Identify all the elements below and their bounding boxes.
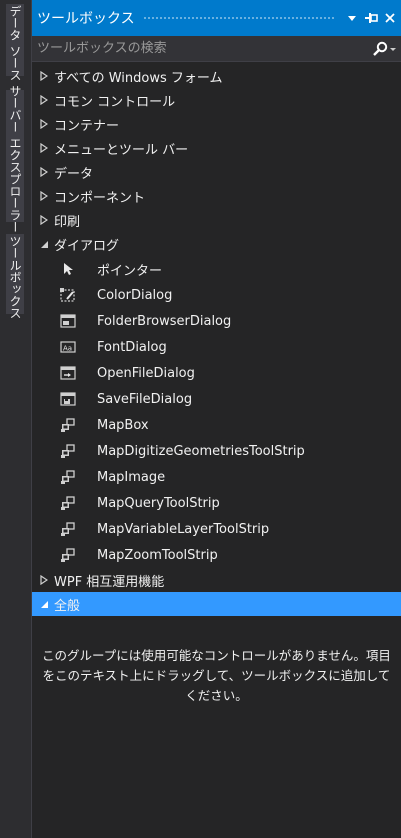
- window-position-dropdown-button[interactable]: [344, 9, 360, 27]
- tool-item-label: ColorDialog: [97, 287, 173, 303]
- title-grip: [142, 15, 336, 21]
- component-icon: [58, 520, 78, 538]
- tool-item-map-zoom-toolstrip[interactable]: MapZoomToolStrip: [32, 542, 401, 568]
- component-icon: [58, 442, 78, 460]
- category-common-controls[interactable]: コモン コントロール: [32, 88, 401, 112]
- tool-item-label: ポインター: [97, 263, 163, 279]
- tool-item-label: FolderBrowserDialog: [97, 313, 232, 329]
- category-label: データ: [54, 166, 94, 182]
- pointer-icon: [58, 260, 78, 278]
- visual-studio-toolbox-window: データ ソース サーバー エクスプローラー ツールボックス ツールボックス ツー…: [0, 0, 401, 838]
- svg-text:Aa: Aa: [63, 345, 72, 353]
- search-options-button[interactable]: [367, 36, 401, 62]
- tool-item-save-file-dialog[interactable]: SaveFileDialog: [32, 386, 401, 412]
- tool-item-map-variable-layer-toolstrip[interactable]: MapVariableLayerToolStrip: [32, 516, 401, 542]
- empty-group-message: このグループには使用可能なコントロールがありません。項目をこのテキスト上にドラッ…: [42, 648, 391, 703]
- tool-item-map-image[interactable]: MapImage: [32, 464, 401, 490]
- auto-hide-pin-button[interactable]: [363, 9, 379, 27]
- category-data[interactable]: データ: [32, 160, 401, 184]
- component-icon: [58, 546, 78, 564]
- component-icon: [58, 494, 78, 512]
- tool-item-font-dialog[interactable]: Aa FontDialog: [32, 334, 401, 360]
- search-icon: [373, 41, 396, 56]
- open-file-dialog-icon: [58, 364, 78, 382]
- pin-icon: [365, 13, 378, 23]
- category-general[interactable]: 全般: [32, 592, 401, 616]
- tool-item-label: MapBox: [97, 417, 149, 433]
- toolbox-panel: ツールボックス ツールボックスの検索 すべての Windows フォーム コモン…: [31, 0, 401, 838]
- tool-item-label: MapQueryToolStrip: [97, 495, 220, 511]
- category-dialogs[interactable]: ダイアログ: [32, 232, 401, 256]
- tool-item-map-query-toolstrip[interactable]: MapQueryToolStrip: [32, 490, 401, 516]
- folder-browser-dialog-icon: [58, 312, 78, 330]
- category-wpf-interop[interactable]: WPF 相互運用機能: [32, 568, 401, 592]
- expand-arrow-icon: [40, 95, 54, 105]
- toolbox-title: ツールボックス: [37, 11, 135, 27]
- tool-item-mapbox[interactable]: MapBox: [32, 412, 401, 438]
- close-button[interactable]: [382, 9, 398, 27]
- tool-item-label: SaveFileDialog: [97, 391, 193, 407]
- collapse-arrow-icon: [40, 240, 54, 249]
- category-label: コモン コントロール: [54, 94, 176, 110]
- category-label: メニューとツール バー: [54, 142, 189, 158]
- tool-item-pointer[interactable]: ポインター: [32, 256, 401, 282]
- category-label: WPF 相互運用機能: [54, 574, 165, 590]
- font-dialog-icon: Aa: [58, 338, 78, 356]
- expand-arrow-icon: [40, 167, 54, 177]
- side-tab-strip: データ ソース サーバー エクスプローラー ツールボックス: [0, 0, 31, 838]
- category-containers[interactable]: コンテナー: [32, 112, 401, 136]
- color-dialog-icon: [58, 286, 78, 304]
- tool-item-label: MapDigitizeGeometriesToolStrip: [97, 443, 305, 459]
- tool-item-label: OpenFileDialog: [97, 365, 195, 381]
- component-icon: [58, 416, 78, 434]
- toolbox-search-bar: [32, 36, 401, 62]
- category-label: コンポーネント: [54, 190, 146, 206]
- toolbox-search-input[interactable]: [37, 37, 367, 60]
- expand-arrow-icon: [40, 143, 54, 153]
- tool-item-color-dialog[interactable]: ColorDialog: [32, 282, 401, 308]
- category-label: ダイアログ: [54, 238, 120, 254]
- category-menus-and-toolbars[interactable]: メニューとツール バー: [32, 136, 401, 160]
- category-label: コンテナー: [54, 118, 120, 134]
- expand-arrow-icon: [40, 119, 54, 129]
- tool-item-label: MapZoomToolStrip: [97, 547, 218, 563]
- tool-item-map-digitize-geometries-toolstrip[interactable]: MapDigitizeGeometriesToolStrip: [32, 438, 401, 464]
- expand-arrow-icon: [40, 71, 54, 81]
- side-tab-toolbox[interactable]: ツールボックス: [6, 234, 24, 319]
- tool-item-label: FontDialog: [97, 339, 167, 355]
- tool-item-folder-browser-dialog[interactable]: FolderBrowserDialog: [32, 308, 401, 334]
- tool-item-open-file-dialog[interactable]: OpenFileDialog: [32, 360, 401, 386]
- side-tab-server-explorer[interactable]: サーバー エクスプローラー: [6, 85, 24, 233]
- expand-arrow-icon: [40, 215, 54, 225]
- save-file-dialog-icon: [58, 390, 78, 408]
- category-components[interactable]: コンポーネント: [32, 184, 401, 208]
- expand-arrow-icon: [40, 575, 54, 585]
- tool-item-label: MapImage: [97, 469, 166, 485]
- chevron-down-icon: [348, 16, 356, 21]
- tool-item-label: MapVariableLayerToolStrip: [97, 521, 270, 537]
- toolbox-titlebar[interactable]: ツールボックス: [32, 0, 401, 36]
- expand-arrow-icon: [40, 191, 54, 201]
- toolbox-tree: すべての Windows フォーム コモン コントロール コンテナー メニューと…: [32, 62, 401, 706]
- category-all-windows-forms[interactable]: すべての Windows フォーム: [32, 64, 401, 88]
- close-icon: [385, 13, 395, 23]
- collapse-arrow-icon: [40, 600, 54, 609]
- category-label: 全般: [54, 598, 81, 614]
- component-icon: [58, 468, 78, 486]
- category-printing[interactable]: 印刷: [32, 208, 401, 232]
- category-label: すべての Windows フォーム: [54, 70, 223, 86]
- category-label: 印刷: [54, 214, 81, 230]
- side-tab-data-sources[interactable]: データ ソース: [6, 4, 24, 81]
